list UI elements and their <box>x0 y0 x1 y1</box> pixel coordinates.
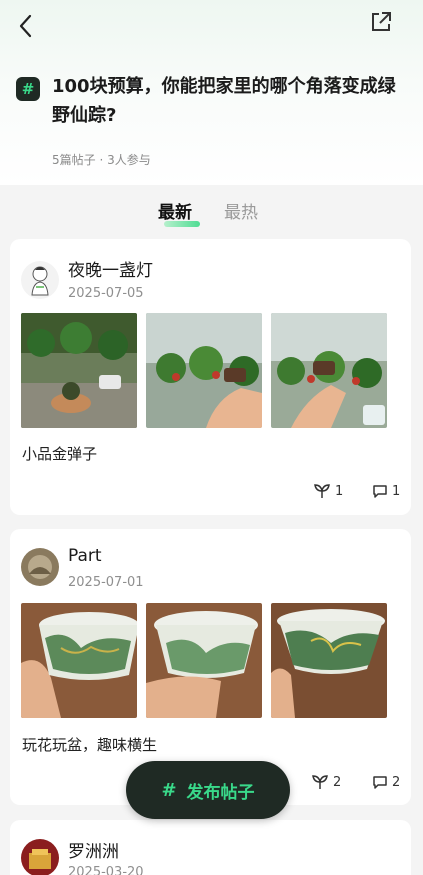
comment-count[interactable]: 2 <box>372 774 400 790</box>
post-card[interactable]: 罗洲洲 2025-03-20 <box>10 820 411 875</box>
post-text: 小品金弹子 <box>22 445 98 463</box>
share-button[interactable] <box>369 10 393 34</box>
post-card[interactable]: 夜晚一盏灯 2025-07-05 小品金弹子 1 1 <box>10 239 411 515</box>
sort-tabs: 最新 最热 <box>0 198 423 230</box>
like-count-value: 1 <box>335 483 344 499</box>
author-name[interactable]: 罗洲洲 <box>68 837 119 862</box>
like-count[interactable]: 2 <box>311 774 341 790</box>
sprout-icon <box>312 775 328 789</box>
post-photo[interactable] <box>146 603 262 718</box>
topic-title: 100块预算，你能把家里的哪个角落变成绿野仙踪? <box>52 76 396 126</box>
avatar[interactable] <box>21 261 59 299</box>
avatar[interactable] <box>21 548 59 586</box>
topic-header: # 100块预算，你能把家里的哪个角落变成绿野仙踪? 5篇帖子 · 3人参与 <box>0 0 423 185</box>
topic-hash-badge: # <box>16 77 40 101</box>
sprout-icon <box>314 484 330 498</box>
like-count[interactable]: 1 <box>313 483 343 499</box>
comment-count-value: 2 <box>392 774 401 790</box>
hash-icon: # <box>161 779 177 801</box>
tab-latest[interactable]: 最新 <box>158 198 192 223</box>
post-photo[interactable] <box>271 313 387 428</box>
comment-count[interactable]: 1 <box>372 483 400 499</box>
author-name[interactable]: 夜晚一盏灯 <box>68 256 153 281</box>
post-date: 2025-03-20 <box>68 865 144 875</box>
post-photo[interactable] <box>21 603 137 718</box>
external-link-icon <box>372 12 391 31</box>
tab-hottest[interactable]: 最热 <box>224 198 258 223</box>
comment-count-value: 1 <box>392 483 401 499</box>
back-button[interactable] <box>14 12 40 40</box>
comment-icon <box>373 776 387 789</box>
avatar[interactable] <box>21 839 59 875</box>
post-date: 2025-07-05 <box>68 286 144 301</box>
post-photo[interactable] <box>21 313 137 428</box>
chevron-left-icon <box>19 14 32 38</box>
topic-meta: 5篇帖子 · 3人参与 <box>52 153 151 167</box>
comment-icon <box>373 485 387 498</box>
publish-post-button[interactable]: # 发布帖子 <box>126 761 290 819</box>
post-text: 玩花玩盆，趣味横生 <box>22 736 158 754</box>
post-photo[interactable] <box>271 603 387 718</box>
post-photo[interactable] <box>146 313 262 428</box>
post-date: 2025-07-01 <box>68 575 144 590</box>
author-name[interactable]: Part <box>68 546 102 566</box>
post-photos <box>21 313 387 428</box>
post-photos <box>21 603 387 718</box>
like-count-value: 2 <box>333 774 342 790</box>
publish-post-label: 发布帖子 <box>186 782 255 803</box>
